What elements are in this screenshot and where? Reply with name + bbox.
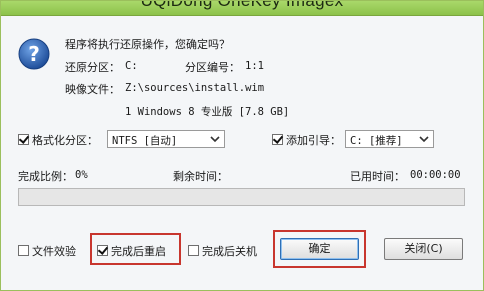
question-mark-icon: ?	[18, 38, 50, 70]
format-checkbox[interactable]	[18, 134, 29, 145]
dialog-window: UQiDong OneKey Imagex ? 程序将执行还原操作，您确定吗？ …	[0, 0, 484, 291]
partition-number-value: 1:1	[245, 60, 264, 72]
svg-text:?: ?	[28, 42, 40, 66]
ratio-label: 完成比例：	[18, 170, 73, 183]
restart-checkbox[interactable]	[97, 245, 108, 256]
close-button[interactable]: 关闭(C)	[384, 238, 463, 260]
dialog-body: ? 程序将执行还原操作，您确定吗？ 还原分区： C: 分区编号： 1:1 映像文…	[1, 16, 483, 290]
restore-partition-label: 还原分区：	[65, 61, 120, 74]
boot-label: 添加引导：	[286, 134, 341, 147]
image-detail: 1 Windows 8 专业版 [7.8 GB]	[125, 106, 290, 118]
window-title: UQiDong OneKey Imagex	[140, 0, 344, 10]
title-bar[interactable]: UQiDong OneKey Imagex	[1, 1, 483, 16]
remaining-label: 剩余时间：	[173, 170, 228, 183]
restore-partition-value: C:	[125, 60, 138, 72]
elapsed-value: 00:00:00	[410, 169, 461, 181]
boot-checkbox[interactable]	[272, 134, 283, 145]
confirm-question: 程序将执行还原操作，您确定吗？	[65, 38, 230, 51]
image-file-label: 映像文件：	[65, 83, 120, 96]
image-file-value: Z:\sources\install.wim	[125, 82, 265, 94]
chevron-down-icon	[419, 136, 429, 143]
ratio-value: 0%	[75, 169, 88, 181]
ok-button[interactable]: 确定	[280, 238, 359, 260]
verify-label: 文件效验	[32, 245, 76, 258]
elapsed-label: 已用时间：	[350, 170, 405, 183]
format-select-value: NTFS [自动]	[112, 135, 178, 147]
boot-select[interactable]: C: [推荐]	[345, 130, 434, 148]
format-label: 格式化分区：	[32, 134, 98, 147]
progress-bar	[18, 188, 465, 206]
format-select[interactable]: NTFS [自动]	[107, 130, 225, 148]
restart-label: 完成后重启	[111, 245, 166, 258]
chevron-down-icon	[210, 136, 220, 143]
shutdown-label: 完成后关机	[202, 245, 257, 258]
shutdown-checkbox[interactable]	[188, 245, 199, 256]
partition-number-label: 分区编号：	[185, 61, 240, 74]
verify-checkbox[interactable]	[18, 245, 29, 256]
boot-select-value: C: [推荐]	[350, 135, 403, 147]
